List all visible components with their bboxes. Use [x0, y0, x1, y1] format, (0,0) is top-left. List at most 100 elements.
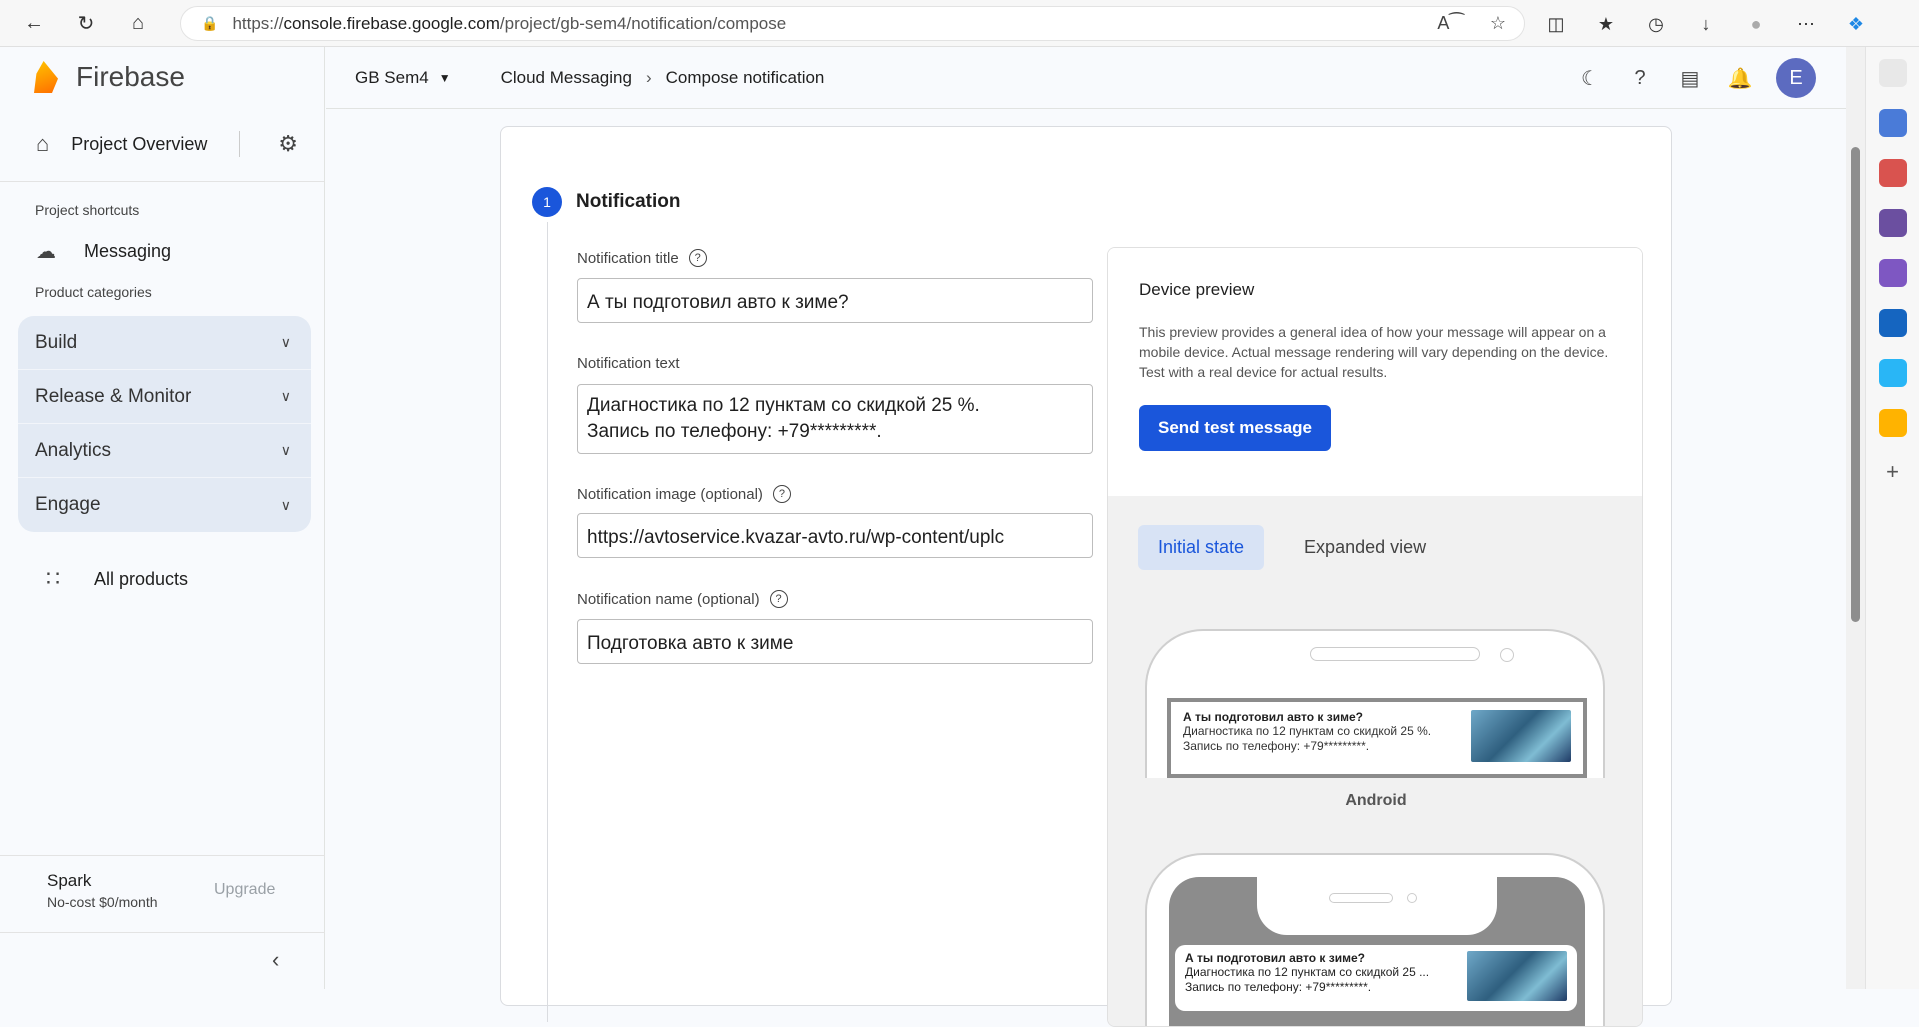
grid-icon: ∷ — [46, 566, 60, 591]
phone-speaker — [1310, 647, 1480, 661]
text-line-2: Запись по телефону: +79*********. — [587, 421, 882, 442]
tools-icon[interactable] — [1878, 159, 1907, 187]
page-scrollbar[interactable] — [1846, 47, 1865, 989]
gear-icon[interactable]: ⚙ — [278, 131, 298, 157]
help-icon[interactable]: ? — [688, 249, 707, 267]
billing-plan: Spark No-cost $0/month Upgrade — [0, 855, 325, 933]
project-selector[interactable]: GB Sem4 ▼ — [355, 68, 451, 88]
notification-image-thumbnail — [1471, 710, 1571, 762]
shopping-icon[interactable] — [1878, 109, 1907, 137]
home-icon: ⌂ — [36, 131, 50, 156]
sidebar-item-messaging[interactable]: ☁ Messaging — [0, 226, 324, 276]
dark-mode-icon[interactable]: ☾ — [1576, 64, 1604, 92]
collapse-sidebar-icon[interactable]: ‹ — [272, 947, 279, 973]
plan-sub: No-cost $0/month — [47, 894, 158, 910]
tab-expanded-view[interactable]: Expanded view — [1284, 525, 1446, 570]
help-icon[interactable]: ? — [1626, 64, 1654, 92]
lock-icon: 🔒 — [201, 15, 219, 31]
notification-image-input[interactable]: https://avtoservice.kvazar-avto.ru/wp-co… — [577, 513, 1093, 558]
category-label: Engage — [35, 494, 101, 515]
breadcrumb-cloud-messaging[interactable]: Cloud Messaging — [501, 68, 632, 88]
notification-text-input[interactable]: Диагностика по 12 пунктам со скидкой 25 … — [577, 384, 1093, 454]
search-icon[interactable] — [1878, 59, 1907, 87]
url-prefix: https:// — [232, 13, 284, 33]
address-bar[interactable]: 🔒 https://console.firebase.google.com/pr… — [180, 6, 1525, 41]
outlook-icon[interactable] — [1878, 309, 1907, 337]
category-release-monitor[interactable]: Release & Monitor ∨ — [18, 370, 311, 424]
text-line-1: Диагностика по 12 пунктам со скидкой 25 … — [587, 395, 980, 416]
avatar[interactable]: E — [1776, 58, 1816, 98]
profile-icon[interactable]: ● — [1738, 6, 1774, 42]
download-icon[interactable]: ↓ — [1688, 6, 1724, 42]
all-products-label: All products — [94, 568, 189, 589]
help-icon[interactable]: ? — [769, 590, 788, 608]
project-overview-link[interactable]: Project Overview — [71, 134, 207, 155]
notifications-bell-icon[interactable]: 🔔 — [1726, 64, 1754, 92]
upgrade-button[interactable]: Upgrade — [214, 881, 275, 899]
product-categories: Build ∨ Release & Monitor ∨ Analytics ∨ Eng… — [18, 316, 311, 532]
office-icon[interactable] — [1878, 259, 1907, 287]
project-name: GB Sem4 — [355, 67, 429, 87]
favorites-icon[interactable]: ★ — [1588, 6, 1624, 42]
name-label-row: Notification name (optional)? — [577, 590, 788, 608]
chevron-down-icon: ∨ — [280, 496, 291, 513]
text-label: Notification text — [577, 355, 680, 372]
chevron-down-icon: ∨ — [280, 334, 291, 350]
android-label: Android — [1345, 792, 1407, 809]
android-notif-line2: Запись по телефону: +79*********. — [1183, 739, 1370, 753]
copilot-icon[interactable]: ❖ — [1838, 6, 1874, 42]
more-icon[interactable]: ⋯ — [1788, 6, 1824, 42]
project-overview-row[interactable]: ⌂ Project Overview ⚙ — [0, 107, 324, 182]
browser-side-panel: + — [1865, 47, 1919, 989]
categories-caption: Product categories — [35, 284, 152, 300]
category-engage[interactable]: Engage ∨ — [18, 478, 311, 532]
url-host: console.firebase.google.com — [283, 13, 500, 33]
ios-notification: А ты подготовил авто к зиме? Диагностика… — [1175, 945, 1577, 1011]
favorite-star-icon[interactable]: ☆ — [1490, 13, 1506, 34]
messaging-label: Messaging — [84, 240, 172, 261]
text-label-row: Notification text — [577, 355, 680, 372]
ios-notif-line1: Диагностика по 12 пунктам со скидкой 25 … — [1185, 965, 1430, 979]
browser-toolbar: ← ↻ ⌂ 🔒 https://console.firebase.google.… — [0, 0, 1919, 47]
shortcuts-caption: Project shortcuts — [35, 202, 140, 218]
read-aloud-icon[interactable]: A⁀ — [1437, 13, 1463, 34]
send-test-message-button[interactable]: Send test message — [1139, 405, 1332, 451]
back-icon[interactable]: ← — [16, 5, 52, 41]
firebase-brand[interactable]: Firebase — [0, 47, 324, 107]
category-build[interactable]: Build ∨ — [18, 316, 311, 370]
breadcrumb-compose: Compose notification — [665, 67, 825, 87]
release-notes-icon[interactable]: ▤ — [1676, 64, 1704, 92]
phone-speaker — [1329, 893, 1393, 903]
ios-notch — [1257, 877, 1497, 935]
chevron-right-icon: › — [645, 67, 652, 87]
help-icon[interactable]: ? — [772, 485, 791, 503]
image-icon[interactable] — [1878, 409, 1907, 437]
title-label: Notification title — [577, 249, 679, 267]
compose-card: 1 Notification Notification title? А ты … — [500, 126, 1672, 1027]
sidebar-item-all-products[interactable]: ∷ All products — [0, 554, 324, 604]
category-label: Release & Monitor — [35, 385, 192, 407]
firebase-sidenav: Firebase ⌂ Project Overview ⚙ Project sh… — [0, 47, 325, 989]
device-preview-panel: Device preview This preview provides a g… — [1107, 247, 1643, 1027]
ios-screen: А ты подготовил авто к зиме? Диагностика… — [1169, 877, 1585, 1026]
brand-name: Firebase — [76, 61, 185, 92]
games-icon[interactable] — [1878, 209, 1907, 237]
image-label: Notification image (optional) — [577, 485, 763, 503]
history-icon[interactable]: ◷ — [1638, 6, 1674, 42]
notification-title-input[interactable]: А ты подготовил авто к зиме? — [577, 278, 1093, 323]
ios-notif-title: А ты подготовил авто к зиме? — [1185, 951, 1365, 965]
add-icon[interactable]: + — [1879, 459, 1907, 487]
breadcrumb: Cloud Messaging › Compose notification — [501, 68, 825, 88]
name-label: Notification name (optional) — [577, 590, 760, 608]
scroll-thumb[interactable] — [1851, 147, 1860, 622]
refresh-icon[interactable]: ↻ — [68, 5, 104, 41]
category-analytics[interactable]: Analytics ∨ — [18, 424, 311, 478]
tab-initial-state[interactable]: Initial state — [1138, 525, 1265, 570]
phone-camera — [1500, 648, 1514, 662]
notification-name-input[interactable]: Подготовка авто к зиме — [577, 619, 1093, 664]
ios-phone-mockup: А ты подготовил авто к зиме? Диагностика… — [1145, 853, 1605, 1026]
preview-header: Device preview This preview provides a g… — [1108, 248, 1642, 496]
send-icon[interactable] — [1878, 359, 1907, 387]
home-icon[interactable]: ⌂ — [120, 5, 156, 41]
split-screen-icon[interactable]: ◫ — [1538, 6, 1574, 42]
